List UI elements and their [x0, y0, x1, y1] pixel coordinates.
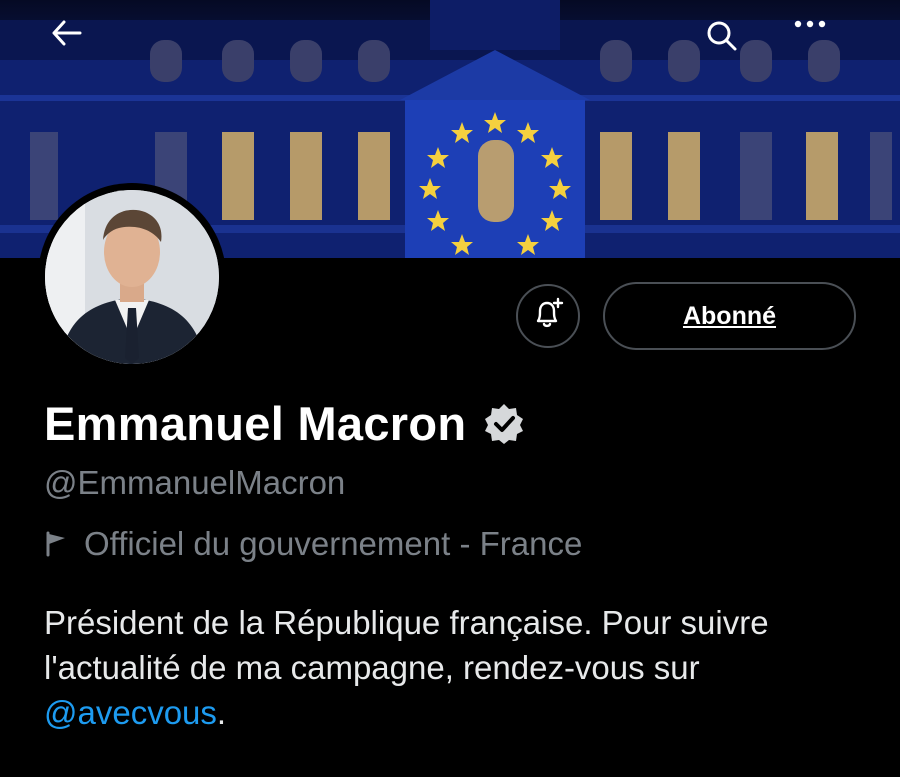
profile-bio: Président de la République française. Po…: [44, 600, 864, 735]
affiliation-label-row: Officiel du gouvernement - France: [44, 525, 582, 563]
notifications-button[interactable]: [516, 284, 580, 348]
bio-end: .: [216, 694, 227, 731]
search-button[interactable]: [706, 20, 762, 76]
bell-plus-icon: [531, 297, 565, 336]
bio-text: Président de la République française. Po…: [44, 604, 769, 686]
flag-icon: [44, 531, 68, 557]
profile-handle: @EmmanuelMacron: [44, 464, 346, 501]
verified-badge-icon: [482, 402, 526, 446]
profile-avatar[interactable]: [38, 183, 226, 371]
following-button[interactable]: Abonné: [603, 282, 856, 350]
avatar-photo: [45, 190, 219, 364]
affiliation-label: Officiel du gouvernement - France: [84, 525, 583, 562]
profile-name: Emmanuel Macron: [44, 397, 467, 450]
back-button[interactable]: [52, 20, 108, 76]
bio-mention-link[interactable]: @avecvous: [44, 694, 217, 731]
profile-name-row: Emmanuel Macron: [44, 396, 526, 451]
more-options-button[interactable]: [794, 20, 850, 76]
